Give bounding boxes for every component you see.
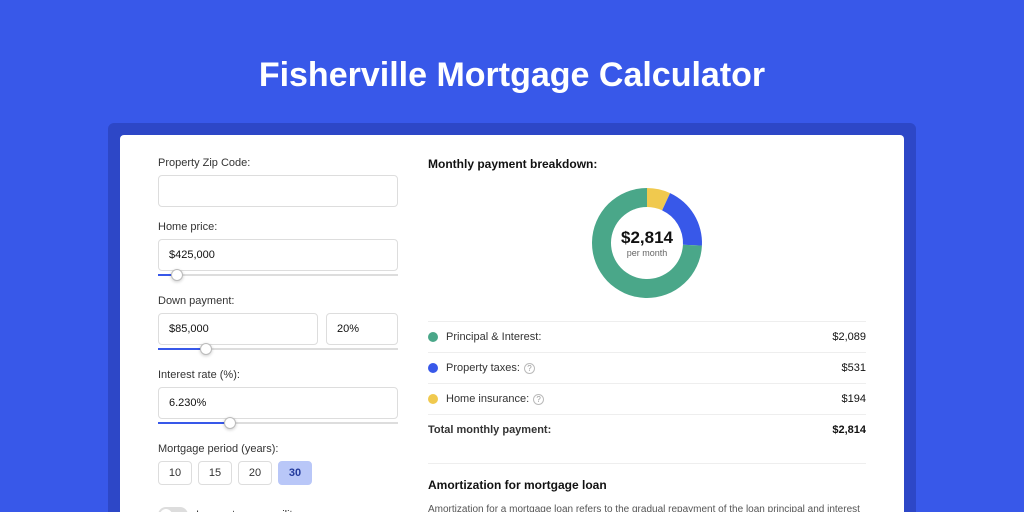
amort-text: Amortization for a mortgage loan refers … <box>428 502 866 512</box>
period-option-10[interactable]: 10 <box>158 461 192 485</box>
breakdown-label: Principal & Interest: <box>446 331 832 343</box>
rate-slider[interactable] <box>158 417 398 429</box>
panel-shadow: Property Zip Code: Home price: Down paym… <box>108 123 916 512</box>
breakdown-value: $531 <box>842 362 866 374</box>
price-slider[interactable] <box>158 269 398 281</box>
breakdown-label: Property taxes:? <box>446 362 842 374</box>
total-row: Total monthly payment: $2,814 <box>428 414 866 445</box>
page-title: Fisherville Mortgage Calculator <box>0 0 1024 123</box>
breakdown-column: Monthly payment breakdown: $2,814 per mo… <box>428 157 866 512</box>
legend-dot <box>428 394 438 404</box>
veteran-row: I am veteran or military <box>158 507 398 512</box>
price-input[interactable] <box>158 239 398 271</box>
breakdown-row: Property taxes:?$531 <box>428 352 866 383</box>
rate-field: Interest rate (%): <box>158 369 398 429</box>
breakdown-title: Monthly payment breakdown: <box>428 157 866 171</box>
amort-section: Amortization for mortgage loan Amortizat… <box>428 463 866 512</box>
payment-donut: $2,814 per month <box>587 183 707 303</box>
veteran-toggle[interactable] <box>158 507 188 512</box>
rate-label: Interest rate (%): <box>158 369 398 381</box>
down-slider[interactable] <box>158 343 398 355</box>
donut-wrap: $2,814 per month <box>428 183 866 303</box>
breakdown-value: $194 <box>842 393 866 405</box>
breakdown-label: Home insurance:? <box>446 393 842 405</box>
zip-label: Property Zip Code: <box>158 157 398 169</box>
breakdown-row: Principal & Interest:$2,089 <box>428 321 866 352</box>
input-column: Property Zip Code: Home price: Down paym… <box>158 157 398 512</box>
legend-dot <box>428 363 438 373</box>
donut-value: $2,814 <box>621 228 673 248</box>
total-value: $2,814 <box>832 424 866 436</box>
info-icon[interactable]: ? <box>524 363 535 374</box>
legend-dot <box>428 332 438 342</box>
period-label: Mortgage period (years): <box>158 443 398 455</box>
down-field: Down payment: <box>158 295 398 355</box>
period-option-20[interactable]: 20 <box>238 461 272 485</box>
down-label: Down payment: <box>158 295 398 307</box>
calculator-panel: Property Zip Code: Home price: Down paym… <box>120 135 904 512</box>
price-field: Home price: <box>158 221 398 281</box>
period-option-15[interactable]: 15 <box>198 461 232 485</box>
total-label: Total monthly payment: <box>428 424 832 436</box>
amort-title: Amortization for mortgage loan <box>428 478 866 492</box>
donut-sub: per month <box>627 248 668 258</box>
period-field: Mortgage period (years): 10152030 <box>158 443 398 485</box>
down-pct-input[interactable] <box>326 313 398 345</box>
breakdown-row: Home insurance:?$194 <box>428 383 866 414</box>
price-label: Home price: <box>158 221 398 233</box>
down-amount-input[interactable] <box>158 313 318 345</box>
breakdown-value: $2,089 <box>832 331 866 343</box>
zip-field: Property Zip Code: <box>158 157 398 207</box>
zip-input[interactable] <box>158 175 398 207</box>
rate-input[interactable] <box>158 387 398 419</box>
period-option-30[interactable]: 30 <box>278 461 312 485</box>
info-icon[interactable]: ? <box>533 394 544 405</box>
